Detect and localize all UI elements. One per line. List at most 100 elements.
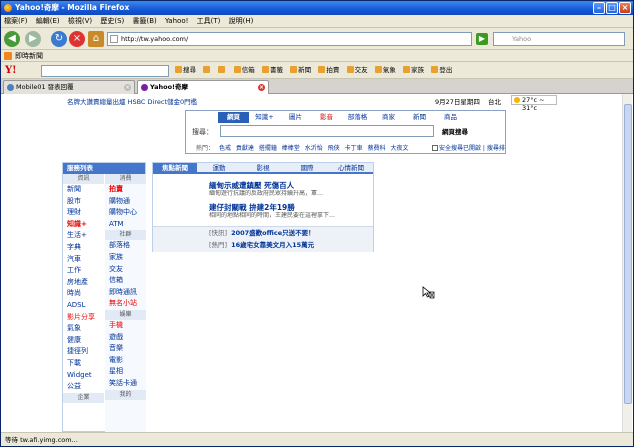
- tab-mobile01[interactable]: Mobile01 發表回覆 ×: [3, 80, 135, 94]
- safe-search-label[interactable]: 安全搜尋已開啟: [439, 145, 481, 152]
- service-link[interactable]: 健康: [63, 335, 104, 347]
- service-link[interactable]: 工作: [63, 265, 104, 277]
- service-link[interactable]: 理財: [63, 207, 104, 219]
- back-icon[interactable]: ◀: [4, 31, 20, 47]
- service-link[interactable]: ATM: [105, 219, 146, 231]
- bookmark-item[interactable]: 即時新聞: [15, 52, 43, 60]
- go-button[interactable]: ▶: [476, 33, 488, 45]
- web-search-input[interactable]: [220, 125, 434, 137]
- news-tab-entertainment[interactable]: 影視: [241, 163, 285, 174]
- stop-icon[interactable]: ×: [69, 31, 85, 47]
- search-tab-video[interactable]: 影音: [311, 112, 342, 123]
- headline-link[interactable]: 16歲宅女靠美文月入15萬元: [231, 241, 314, 249]
- menu-edit[interactable]: 編輯(E): [33, 15, 63, 28]
- weather-badge[interactable]: 27°c ~ 31°c: [511, 95, 557, 112]
- search-tab-shopping[interactable]: 商品: [435, 112, 466, 123]
- headline-link[interactable]: 2007盛歡office只送不要！: [231, 229, 315, 237]
- forward-icon[interactable]: ▶: [25, 31, 41, 47]
- menu-history[interactable]: 歷史(S): [97, 15, 127, 28]
- search-tab-web[interactable]: 網頁: [218, 112, 249, 123]
- service-link[interactable]: 部落格: [105, 240, 146, 252]
- toolbar-auction[interactable]: 拍賣: [318, 62, 339, 79]
- hot-item[interactable]: 貢獻達: [236, 145, 254, 152]
- service-link[interactable]: 拍賣: [105, 184, 146, 196]
- service-link[interactable]: 無名小站: [105, 298, 146, 310]
- safe-search-checkbox[interactable]: [432, 145, 438, 151]
- tab-yahoo[interactable]: Yahoo!奇摩 ×: [137, 80, 269, 95]
- hot-item[interactable]: 搭擺鐘: [259, 145, 277, 152]
- home-icon[interactable]: ⌂: [88, 31, 104, 47]
- news-tab-mood[interactable]: 心情新聞: [329, 163, 373, 174]
- service-link[interactable]: 電影: [105, 355, 146, 367]
- service-link[interactable]: 氣象: [63, 323, 104, 335]
- service-link[interactable]: 影片分享: [63, 312, 104, 324]
- service-link[interactable]: 字典: [63, 242, 104, 254]
- vertical-scrollbar[interactable]: [622, 94, 632, 432]
- minimize-button[interactable]: –: [593, 2, 605, 14]
- maximize-button[interactable]: □: [606, 2, 618, 14]
- toolbar-mail[interactable]: 信箱: [234, 62, 255, 79]
- service-link[interactable]: 笑話卡通: [105, 378, 146, 390]
- hot-item[interactable]: 卡丁車: [345, 145, 363, 152]
- search-tab-news[interactable]: 新聞: [404, 112, 435, 123]
- tab-close-icon[interactable]: ×: [124, 84, 131, 91]
- menu-help[interactable]: 說明(H): [226, 15, 257, 28]
- web-search-button[interactable]: 網頁搜尋: [442, 126, 468, 136]
- search-tab-blog[interactable]: 部落格: [342, 112, 373, 123]
- hot-item[interactable]: 棒棒堂: [282, 145, 300, 152]
- service-link[interactable]: 股市: [63, 196, 104, 208]
- toolbar-news[interactable]: 新聞: [290, 62, 311, 79]
- service-link[interactable]: 信箱: [105, 275, 146, 287]
- story-title[interactable]: 建仔封關戰 拚建2年19勝: [209, 203, 373, 212]
- search-tab-images[interactable]: 圖片: [280, 112, 311, 123]
- toolbar-search[interactable]: 搜尋: [175, 62, 196, 79]
- service-link[interactable]: 即時通訊: [105, 287, 146, 299]
- search-rank-link[interactable]: 搜尋排: [487, 145, 505, 152]
- service-link[interactable]: 時尚: [63, 288, 104, 300]
- service-link[interactable]: Widget: [63, 370, 104, 382]
- url-bar[interactable]: http://tw.yahoo.com/: [107, 32, 472, 46]
- toolbar-logout[interactable]: 登出: [431, 62, 452, 79]
- close-button[interactable]: ×: [619, 2, 631, 14]
- service-link[interactable]: 遊戲: [105, 332, 146, 344]
- service-link[interactable]: 家族: [105, 252, 146, 264]
- yahoo-search-input[interactable]: [41, 65, 169, 77]
- service-link[interactable]: 手機: [105, 320, 146, 332]
- news-tab-world[interactable]: 國際: [285, 163, 329, 174]
- story-title[interactable]: 緬甸示威遭鎮壓 死傷百人: [209, 181, 373, 190]
- service-link[interactable]: 交友: [105, 264, 146, 276]
- news-tab-sports[interactable]: 運動: [197, 163, 241, 174]
- hot-item[interactable]: 蔡費科: [368, 145, 386, 152]
- yahoo-logo[interactable]: Y!: [5, 64, 17, 77]
- scrollbar-thumb[interactable]: [624, 104, 632, 404]
- service-link[interactable]: 知識+: [63, 219, 104, 231]
- service-link[interactable]: 下載: [63, 358, 104, 370]
- menu-yahoo[interactable]: Yahoo!: [162, 15, 191, 28]
- hot-item[interactable]: 飛俠: [328, 145, 340, 152]
- service-link[interactable]: 捷徑列: [63, 346, 104, 358]
- hot-item[interactable]: 水沂怡: [305, 145, 323, 152]
- toolbar-weather[interactable]: 氣象: [375, 62, 396, 79]
- menu-tools[interactable]: 工具(T): [194, 15, 224, 28]
- toolbar-dating[interactable]: 交友: [347, 62, 368, 79]
- toolbar-bookmarks[interactable]: 書籤: [262, 62, 283, 79]
- service-link[interactable]: 購物中心: [105, 207, 146, 219]
- toolbar-family[interactable]: 家族: [403, 62, 424, 79]
- service-link[interactable]: 生活+: [63, 230, 104, 242]
- service-link[interactable]: ADSL: [63, 300, 104, 312]
- tab-close-icon[interactable]: ×: [258, 84, 265, 91]
- menu-view[interactable]: 檢視(V): [65, 15, 95, 28]
- reload-icon[interactable]: ↻: [51, 31, 67, 47]
- promo-link[interactable]: 名牌大讚賣總量出爐 HSBC Direct儲金0門檻: [67, 98, 197, 106]
- service-link[interactable]: 音樂: [105, 343, 146, 355]
- hot-item[interactable]: 色戒: [219, 145, 231, 152]
- search-tab-local[interactable]: 商家: [373, 112, 404, 123]
- service-link[interactable]: 公益: [63, 381, 104, 393]
- search-tab-knowledge[interactable]: 知識+: [249, 112, 280, 123]
- service-link[interactable]: 星相: [105, 366, 146, 378]
- news-tab-focus[interactable]: 焦點新聞: [153, 163, 197, 174]
- service-link[interactable]: 房地產: [63, 277, 104, 289]
- service-link[interactable]: 購物通: [105, 196, 146, 208]
- service-link[interactable]: 新聞: [63, 184, 104, 196]
- city-text[interactable]: 台北: [488, 96, 501, 106]
